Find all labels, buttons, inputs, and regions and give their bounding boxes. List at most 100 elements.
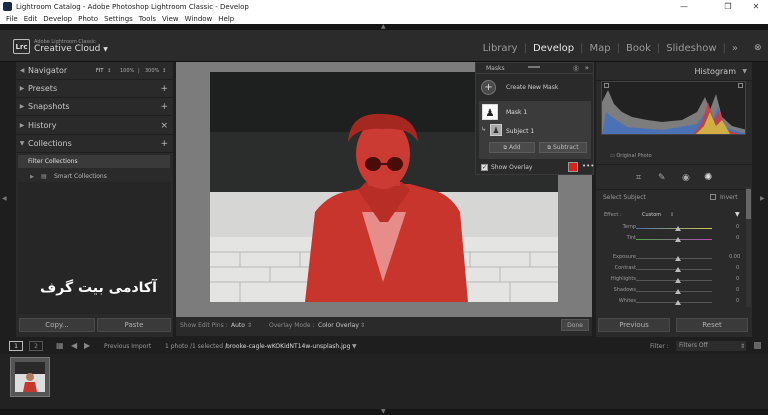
nav-300-arrow[interactable]: ↕ [162,68,166,74]
mask1-label[interactable]: Mask 1 [506,109,527,116]
menu-help[interactable]: Help [218,15,234,23]
clear-history-icon[interactable]: × [160,121,168,131]
highlights-knob[interactable] [675,278,681,283]
collections-header[interactable]: ▼ Collections + [16,135,173,153]
more-modules-icon[interactable]: » [732,43,738,54]
history-header[interactable]: ▶ History × [16,117,173,135]
menu-file[interactable]: File [6,15,18,23]
filter-select[interactable]: Filters Off [676,341,746,351]
nav-fit-arrow[interactable]: ↕ [107,68,111,74]
mask1-thumbnail[interactable]: ♟ [482,104,498,120]
effect-select[interactable]: Custom [642,212,661,218]
edit-pins-select[interactable]: Auto [231,322,245,329]
more-options-icon[interactable]: ••• [582,162,594,170]
highlight-clipping-toggle[interactable] [738,83,743,88]
module-book[interactable]: Book [626,43,651,54]
page-1[interactable]: 1 [9,341,23,351]
back-arrow-icon[interactable]: ◀ [71,341,77,350]
triangle-down-icon[interactable]: ▼ [381,408,386,415]
menu-develop[interactable]: Develop [43,15,72,23]
exposure-slider[interactable] [636,258,712,259]
overlay-color-swatch[interactable] [568,162,578,172]
filename[interactable]: brooke-cagle-wKOKidNT14w-unsplash.jpg [226,343,350,350]
shadows-knob[interactable] [675,289,681,294]
highlights-slider[interactable] [636,280,712,281]
reset-button[interactable]: Reset [676,318,748,332]
highlights-value[interactable]: 0 [736,276,739,282]
overlay-mode-select[interactable]: Color Overlay [318,322,359,329]
right-panel-scrollbar[interactable] [746,187,751,307]
nav-100[interactable]: 100% [120,68,134,74]
close-icon[interactable]: ✕ [744,0,768,13]
contrast-value[interactable]: 0 [736,265,739,271]
temp-knob[interactable] [675,226,681,231]
source-label[interactable]: Previous Import [104,343,151,350]
nav-fit[interactable]: FIT [96,68,103,74]
right-panel-toggle-icon[interactable]: ▶ [760,195,765,202]
grid-view-icon[interactable]: ▦ [56,341,64,350]
whites-value[interactable]: 0 [736,298,739,304]
filter-lock-icon[interactable] [754,342,761,349]
menu-settings[interactable]: Settings [104,15,133,23]
triangle-up-icon[interactable]: ▲ [381,23,386,30]
menu-tools[interactable]: Tools [139,15,156,23]
forward-arrow-icon[interactable]: ▶ [84,341,90,350]
temp-value[interactable]: 0 [736,224,739,230]
healing-icon[interactable]: ✎ [658,173,666,183]
snapshots-header[interactable]: ▶ Snapshots + [16,98,173,116]
masks-header[interactable]: Masks ⓪ » [476,63,593,74]
chevron-updown-icon[interactable]: ⇕ [670,212,674,218]
masking-icon[interactable]: ✺ [704,172,712,183]
paste-button[interactable]: Paste [97,318,171,332]
page-2[interactable]: 2 [29,341,43,351]
shadow-clipping-toggle[interactable] [604,83,609,88]
chevron-updown-icon[interactable]: ⇕ [740,343,745,350]
subtract-mask-button[interactable]: ⧉ Subtract [539,142,587,153]
create-mask-plus-icon[interactable]: + [481,80,496,95]
contrast-slider[interactable] [636,269,712,270]
add-mask-button[interactable]: ⧉ Add [489,142,535,153]
module-map[interactable]: Map [590,43,611,54]
done-button[interactable]: Done [561,319,589,331]
nav-300[interactable]: 300% [145,68,159,74]
chevron-updown-icon[interactable]: ⇕ [360,322,365,329]
collapse-icon[interactable]: » [585,64,589,72]
tint-value[interactable]: 0 [736,235,739,241]
menu-edit[interactable]: Edit [24,15,38,23]
maximize-icon[interactable]: ❐ [716,0,740,13]
triangle-down-icon[interactable]: ▼ [742,68,747,75]
chevron-updown-icon[interactable]: ⇕ [247,322,252,329]
filmstrip-thumbnail[interactable] [10,357,50,397]
add-collection-icon[interactable]: + [160,139,168,149]
subject1-thumbnail[interactable]: ♟ [490,124,502,136]
contrast-knob[interactable] [675,267,681,272]
menu-view[interactable]: View [162,15,179,23]
tint-slider[interactable] [636,239,712,240]
left-panel-toggle-icon[interactable]: ◀ [2,195,7,202]
histogram-header[interactable]: Histogram ▼ [596,62,752,81]
show-overlay-checkbox[interactable]: ✓ [481,164,488,171]
triangle-right-icon[interactable]: ▶ [18,174,34,180]
create-new-mask[interactable]: Create New Mask [506,84,558,91]
subject1-label[interactable]: Subject 1 [506,128,534,135]
red-eye-icon[interactable]: ◉ [682,173,690,183]
add-preset-icon[interactable]: + [160,84,168,94]
minimize-icon[interactable]: — [672,0,696,13]
chevron-down-icon[interactable]: ▼ [103,46,108,53]
filename-chevron-icon[interactable]: ▼ [352,343,357,350]
temp-slider[interactable] [636,228,712,229]
menu-photo[interactable]: Photo [78,15,98,23]
exposure-knob[interactable] [675,256,681,261]
whites-knob[interactable] [675,300,681,305]
copy-button[interactable]: Copy... [19,318,95,332]
collection-filter[interactable]: Filter Collections [18,155,170,168]
scrollbar-thumb[interactable] [746,189,751,219]
drag-handle[interactable] [528,66,540,68]
invert-checkbox[interactable] [710,194,716,200]
exposure-value[interactable]: 0.00 [729,254,740,260]
module-slideshow[interactable]: Slideshow [666,43,716,54]
crop-icon[interactable]: ⌗ [636,173,641,183]
cloud-sync-icon[interactable]: ⊗ [754,43,762,53]
bottom-panel-toggle[interactable]: ▼ [0,408,768,415]
help-icon[interactable]: ⓪ [573,64,579,73]
